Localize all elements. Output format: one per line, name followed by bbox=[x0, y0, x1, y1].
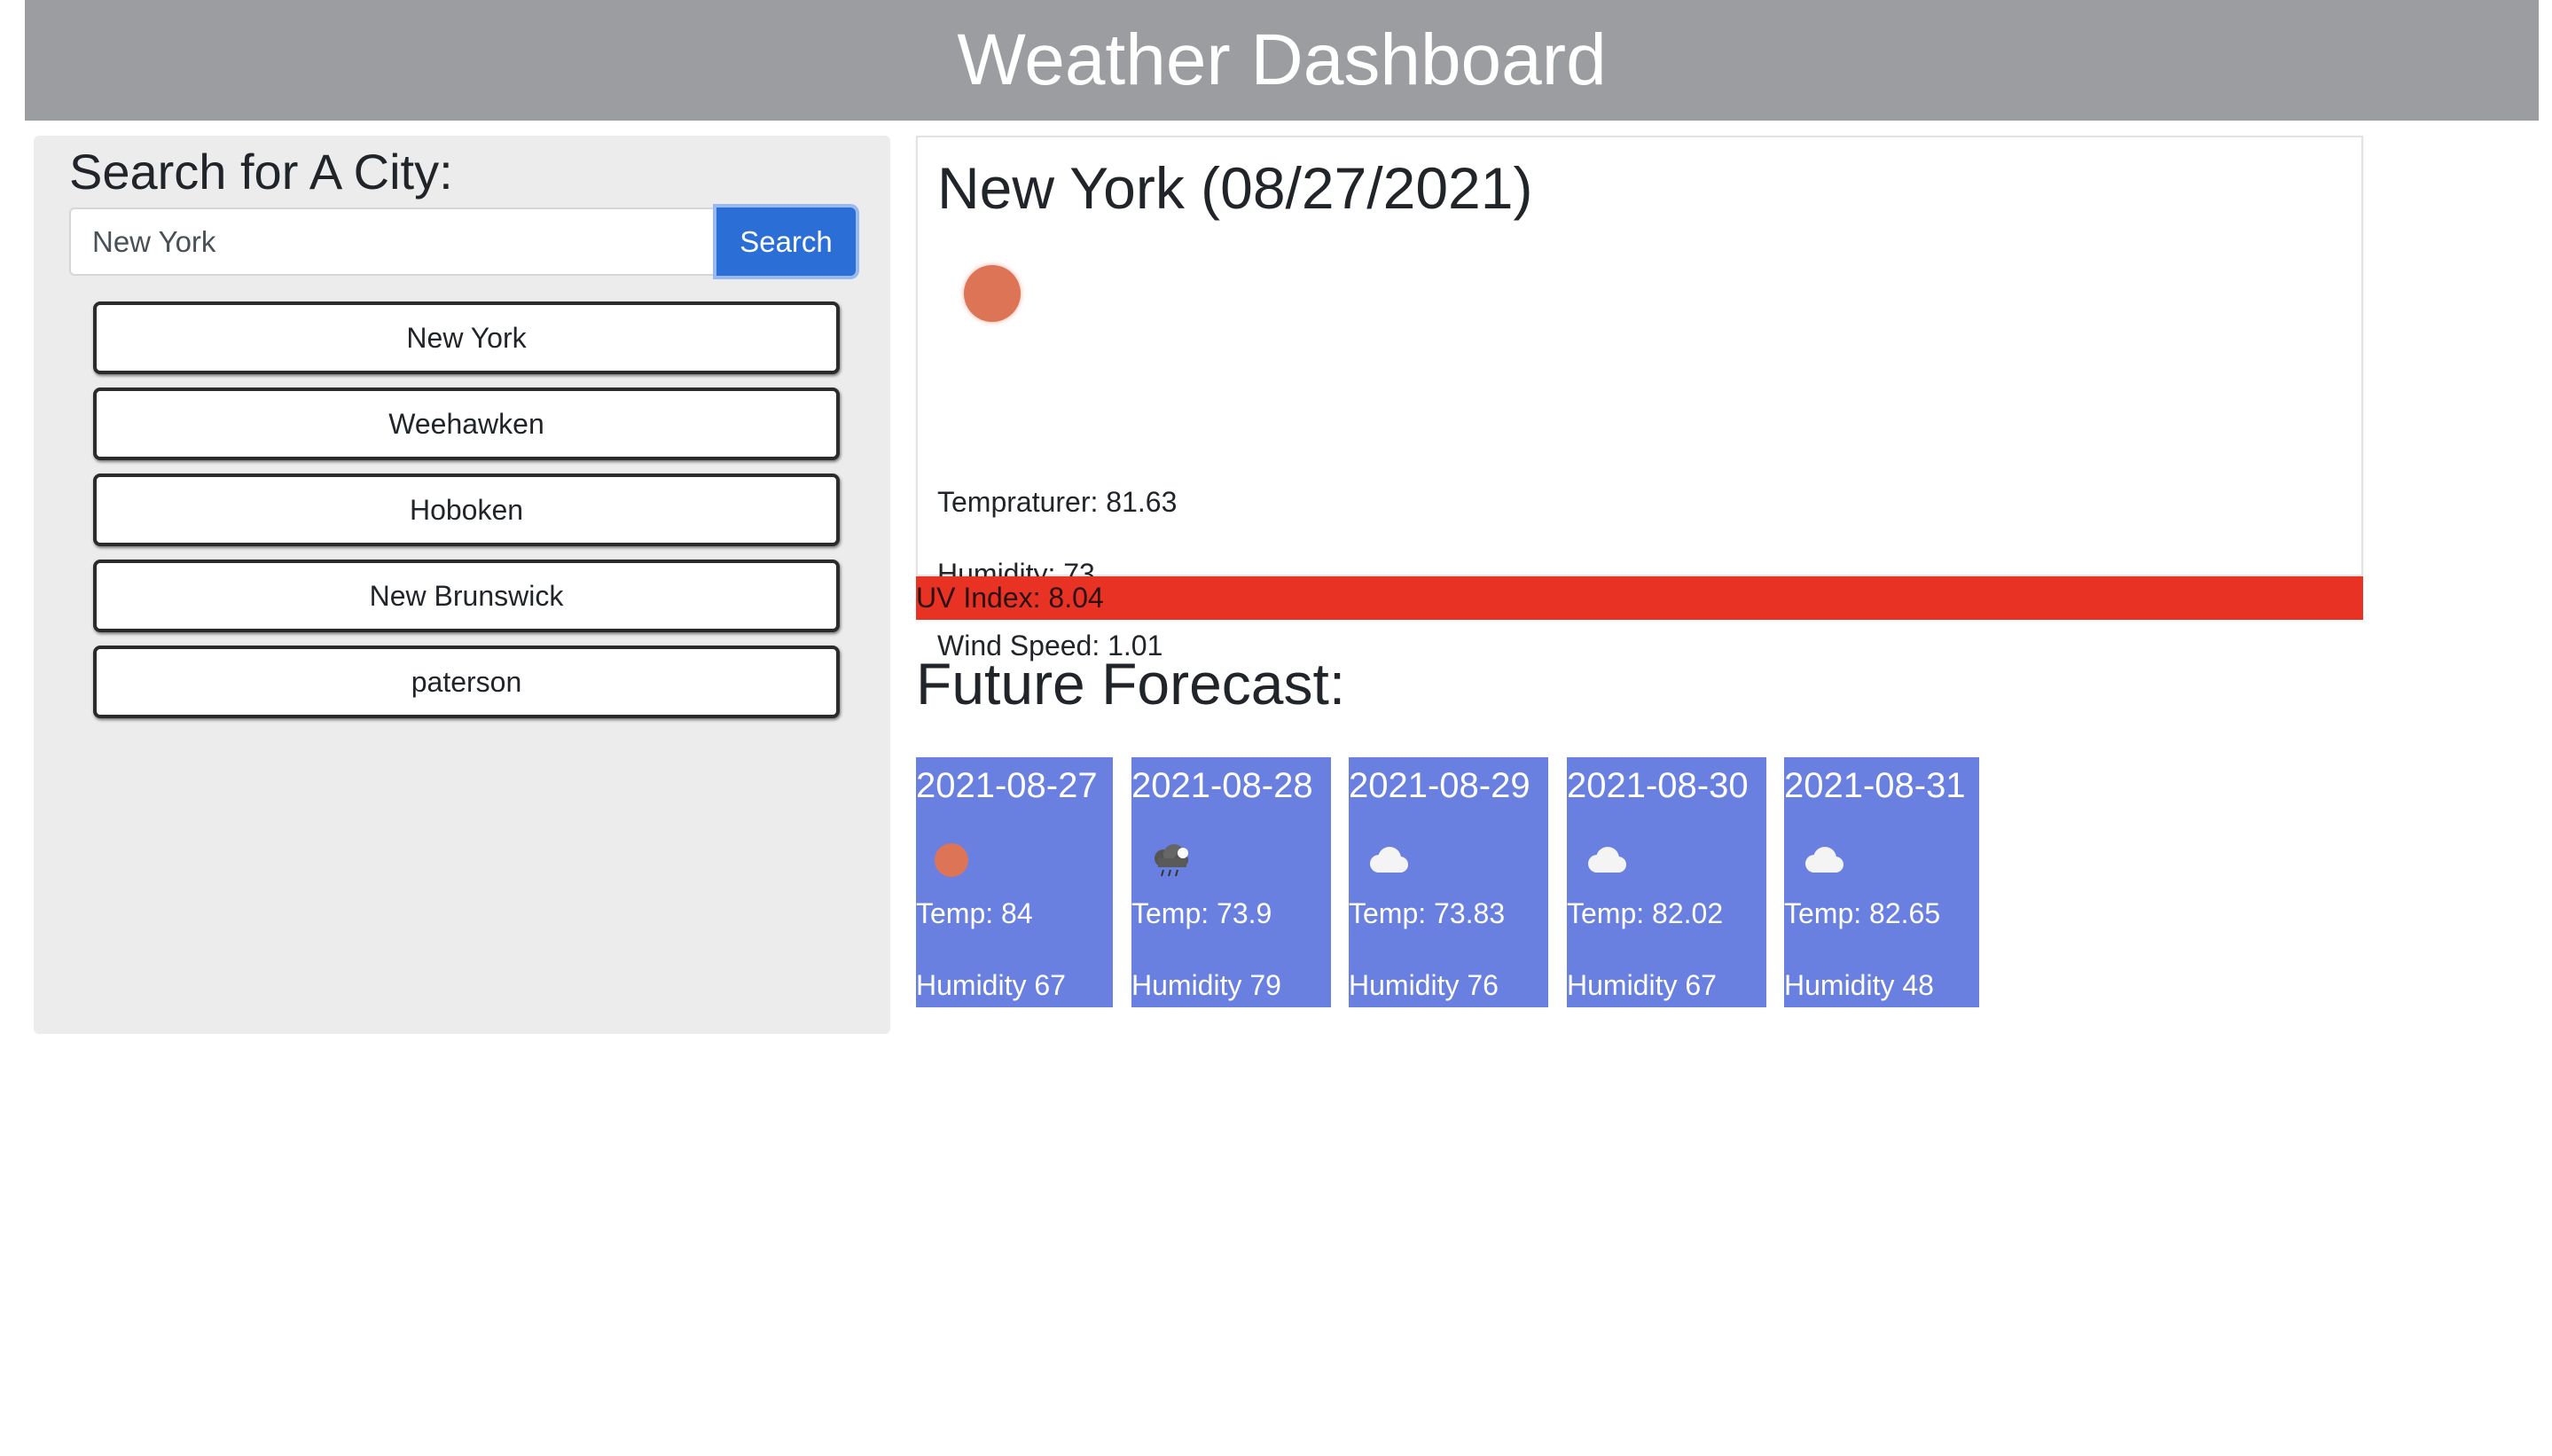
forecast-card: 2021-08-31 Temp: 82.65 Humidity 48 bbox=[1784, 757, 1979, 1007]
forecast-date: 2021-08-31 bbox=[1784, 766, 1966, 805]
history-button-new-york[interactable]: New York bbox=[93, 301, 840, 374]
forecast-card: 2021-08-28 Temp: 73.9 Humidity 79 bbox=[1131, 757, 1331, 1007]
forecast-temp: Temp: 82.02 bbox=[1567, 897, 1724, 929]
forecast-temp: Temp: 84 bbox=[916, 897, 1033, 929]
forecast-date: 2021-08-28 bbox=[1131, 766, 1313, 805]
forecast-card: 2021-08-27 Temp: 84 Humidity 67 bbox=[916, 757, 1113, 1007]
search-heading: Search for A City: bbox=[69, 144, 453, 200]
search-history-list: New York Weehawken Hoboken New Brunswick… bbox=[93, 301, 840, 732]
history-button-weehawken[interactable]: Weehawken bbox=[93, 387, 840, 460]
forecast-date: 2021-08-29 bbox=[1349, 766, 1530, 805]
forecast-date: 2021-08-30 bbox=[1567, 766, 1749, 805]
history-button-hoboken[interactable]: Hoboken bbox=[93, 474, 840, 546]
current-temperature: Tempraturer: 81.63 bbox=[937, 486, 1178, 518]
page-header: Weather Dashboard bbox=[25, 0, 2539, 121]
sun-icon bbox=[964, 265, 1021, 322]
current-city-title: New York (08/27/2021) bbox=[937, 155, 1533, 221]
forecast-humidity: Humidity 79 bbox=[1131, 969, 1281, 1001]
current-weather-card: New York (08/27/2021) Tempraturer: 81.63… bbox=[916, 136, 2363, 660]
search-row: Search bbox=[69, 207, 898, 276]
search-button[interactable]: Search bbox=[716, 207, 856, 276]
forecast-humidity: Humidity 48 bbox=[1784, 969, 1934, 1001]
cloud-icon bbox=[1588, 847, 1626, 873]
uv-index-bar: UV Index: 8.04 bbox=[916, 576, 2363, 620]
thunderstorm-icon bbox=[1155, 844, 1188, 877]
forecast-temp: Temp: 82.65 bbox=[1784, 897, 1941, 929]
forecast-humidity: Humidity 76 bbox=[1349, 969, 1499, 1001]
search-panel: Search for A City: Search New York Weeha… bbox=[34, 136, 890, 1034]
history-button-paterson[interactable]: paterson bbox=[93, 646, 840, 718]
cloud-icon bbox=[1370, 847, 1408, 873]
forecast-card: 2021-08-30 Temp: 82.02 Humidity 67 bbox=[1567, 757, 1766, 1007]
forecast-heading: Future Forecast: bbox=[916, 651, 1346, 716]
city-search-input[interactable] bbox=[69, 207, 716, 276]
page-title: Weather Dashboard bbox=[957, 20, 1607, 100]
forecast-humidity: Humidity 67 bbox=[916, 969, 1066, 1001]
forecast-card: 2021-08-29 Temp: 73.83 Humidity 76 bbox=[1349, 757, 1548, 1007]
cloud-icon bbox=[1805, 847, 1844, 873]
history-button-new-brunswick[interactable]: New Brunswick bbox=[93, 560, 840, 632]
sun-icon bbox=[935, 843, 968, 877]
forecast-humidity: Humidity 67 bbox=[1567, 969, 1717, 1001]
forecast-temp: Temp: 73.83 bbox=[1349, 897, 1506, 929]
forecast-date: 2021-08-27 bbox=[916, 766, 1098, 805]
forecast-temp: Temp: 73.9 bbox=[1131, 897, 1272, 929]
